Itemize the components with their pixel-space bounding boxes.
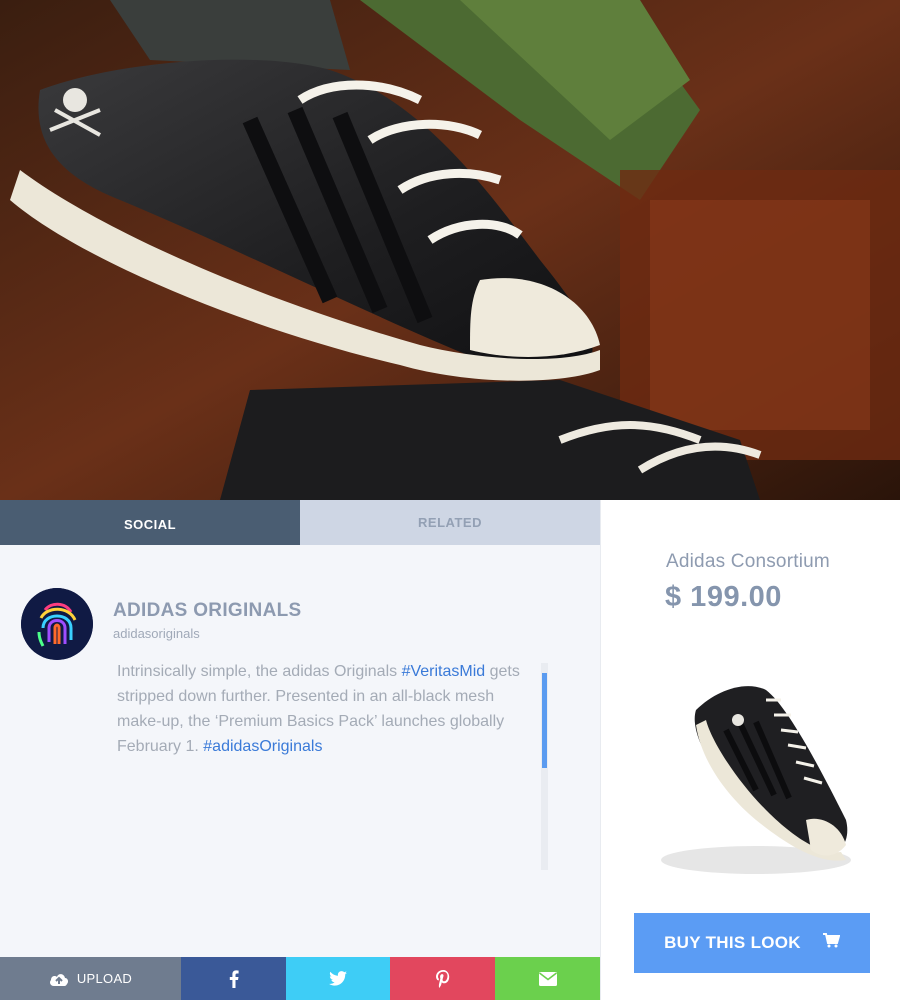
profile-name[interactable]: ADIDAS ORIGINALS (113, 600, 301, 622)
tab-social[interactable]: SOCIAL (0, 500, 300, 545)
scrollbar[interactable] (541, 663, 548, 870)
post-text-part: Intrinsically simple, the adidas Origina… (117, 663, 402, 680)
twitter-share-button[interactable] (286, 957, 390, 1000)
fingerprint-icon (21, 588, 93, 660)
buy-this-look-button[interactable]: BUY THIS LOOK (634, 913, 870, 973)
buy-label: BUY THIS LOOK (664, 933, 801, 952)
hashtag-link[interactable]: #VeritasMid (402, 663, 486, 680)
post-text: Intrinsically simple, the adidas Origina… (117, 659, 522, 759)
envelope-icon (538, 971, 557, 986)
pinterest-icon (435, 969, 449, 988)
twitter-icon (329, 971, 347, 986)
upload-label: UPLOAD (76, 971, 133, 986)
profile-handle[interactable]: adidasoriginals (113, 626, 200, 641)
product-name[interactable]: Adidas Consortium (666, 551, 830, 573)
hashtag-link[interactable]: #adidasOriginals (203, 738, 322, 755)
cloud-upload-icon (49, 973, 68, 986)
product-price: $ 199.00 (665, 581, 782, 613)
facebook-icon (229, 969, 239, 988)
pinterest-share-button[interactable] (390, 957, 495, 1000)
product-thumbnail[interactable] (656, 680, 856, 880)
scrollbar-thumb[interactable] (542, 673, 547, 768)
product-panel: Adidas Consortium $ 199.00 BUY THIS LOOK (600, 500, 900, 1000)
share-bar: UPLOAD (0, 957, 600, 1000)
avatar[interactable] (21, 588, 93, 660)
upload-button[interactable]: UPLOAD (0, 957, 181, 1000)
social-panel: SOCIAL RELATED ADIDAS ORIGINALS adidasor… (0, 500, 600, 1000)
hero-product-photo (0, 0, 900, 500)
cart-icon (822, 933, 841, 953)
tab-related[interactable]: RELATED (300, 500, 600, 545)
facebook-share-button[interactable] (181, 957, 286, 1000)
email-share-button[interactable] (495, 957, 600, 1000)
tab-bar: SOCIAL RELATED (0, 500, 600, 545)
